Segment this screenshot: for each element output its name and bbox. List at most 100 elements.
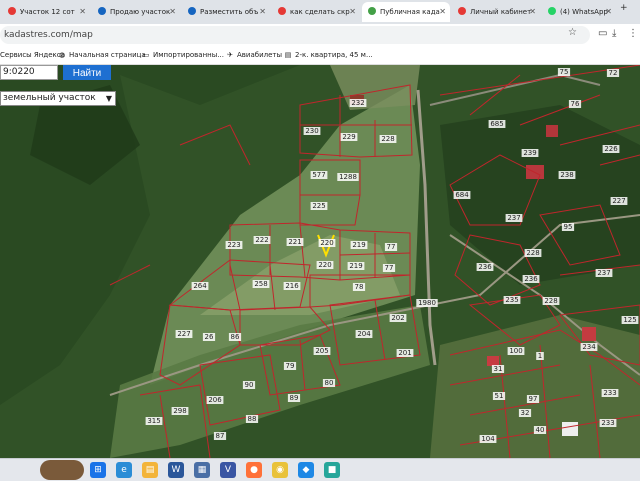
- parcel-number[interactable]: 75: [560, 68, 569, 76]
- parcel-number[interactable]: 31: [494, 365, 503, 373]
- parcel-number[interactable]: 219: [352, 241, 365, 249]
- find-button[interactable]: Найти: [63, 65, 111, 80]
- parcel-number[interactable]: 88: [248, 415, 257, 423]
- parcel-number[interactable]: 223: [227, 241, 240, 249]
- parcel-number[interactable]: 315: [147, 417, 160, 425]
- parcel-number[interactable]: 77: [387, 243, 396, 251]
- parcel-number[interactable]: 232: [351, 99, 364, 107]
- cadastral-number-input[interactable]: 9:0220: [0, 65, 58, 80]
- parcel-number[interactable]: 97: [529, 395, 538, 403]
- edge-icon[interactable]: e: [116, 462, 132, 478]
- parcel-number[interactable]: 236: [524, 275, 538, 283]
- tab-5[interactable]: Публичная када ✕: [362, 2, 450, 22]
- parcel-number[interactable]: 79: [286, 362, 295, 370]
- parcel-number[interactable]: 216: [285, 282, 299, 290]
- parcel-number[interactable]: 90: [245, 381, 254, 389]
- parcel-number[interactable]: 201: [398, 349, 411, 357]
- shield-icon[interactable]: ◆: [298, 462, 314, 478]
- bookmark-yandex-services[interactable]: Сервисы Яндекса: [0, 46, 65, 64]
- url-text[interactable]: kadastres.com/map: [4, 26, 93, 44]
- file-explorer-icon[interactable]: ▤: [142, 462, 158, 478]
- parcel-number[interactable]: 100: [509, 347, 522, 355]
- parcel-number[interactable]: 26: [205, 333, 214, 341]
- star-icon[interactable]: ☆: [568, 27, 577, 38]
- tab-1[interactable]: Участок 12 сот ✕: [2, 2, 90, 22]
- parcel-number[interactable]: 51: [495, 392, 504, 400]
- parcel-number[interactable]: 237: [507, 214, 520, 222]
- tab-7[interactable]: (4) WhatsApp ✕: [542, 2, 616, 22]
- menu-icon[interactable]: ⋮: [628, 28, 638, 39]
- app-icon[interactable]: ■: [324, 462, 340, 478]
- parcel-number[interactable]: 204: [357, 330, 371, 338]
- firefox-icon[interactable]: ●: [246, 462, 262, 478]
- download-icon[interactable]: ⤓: [612, 28, 616, 39]
- parcel-number[interactable]: 227: [612, 197, 625, 205]
- parcel-number[interactable]: 32: [521, 409, 530, 417]
- parcel-number[interactable]: 237: [597, 269, 610, 277]
- parcel-number[interactable]: 234: [582, 343, 596, 351]
- parcel-number[interactable]: 264: [193, 282, 207, 290]
- close-icon[interactable]: ✕: [79, 2, 86, 22]
- parcel-number[interactable]: 220: [318, 261, 331, 269]
- close-icon[interactable]: ✕: [439, 2, 446, 22]
- chrome-icon[interactable]: ◉: [272, 462, 288, 478]
- close-icon[interactable]: ✕: [605, 2, 612, 22]
- parcel-number[interactable]: 77: [385, 264, 394, 272]
- parcel-number[interactable]: 78: [355, 283, 364, 291]
- tab-3[interactable]: Разместить объ ✕: [182, 2, 270, 22]
- parcel-number[interactable]: 233: [603, 389, 616, 397]
- tab-4[interactable]: как сделать скр ✕: [272, 2, 360, 22]
- parcel-number[interactable]: 230: [305, 127, 318, 135]
- close-icon[interactable]: ✕: [349, 2, 356, 22]
- tab-2[interactable]: Продаю участок ✕: [92, 2, 180, 22]
- parcel-number[interactable]: 125: [623, 316, 636, 324]
- weather-widget-icon[interactable]: [40, 460, 84, 480]
- new-tab-icon[interactable]: +: [620, 3, 628, 13]
- close-icon[interactable]: ✕: [529, 2, 536, 22]
- parcel-number[interactable]: 577: [312, 171, 325, 179]
- sidebar-icon[interactable]: ▭: [598, 28, 607, 39]
- cadastral-map[interactable]: 232 230 229 228 577 1288 225 223 222 221 220 219 77 2…: [0, 65, 640, 458]
- parcel-number[interactable]: 226: [604, 145, 618, 153]
- map-canvas[interactable]: 232 230 229 228 577 1288 225 223 222 221 220 219 77 2…: [0, 65, 640, 458]
- parcel-number[interactable]: 219: [349, 262, 362, 270]
- parcel-number[interactable]: 86: [231, 333, 240, 341]
- tab-6[interactable]: Личный кабинет ✕: [452, 2, 540, 22]
- parcel-number[interactable]: 228: [544, 297, 557, 305]
- visio-icon[interactable]: V: [220, 462, 236, 478]
- store-icon[interactable]: ▦: [194, 462, 210, 478]
- parcel-number[interactable]: 89: [290, 394, 299, 402]
- parcel-number[interactable]: 87: [216, 432, 225, 440]
- parcel-number[interactable]: 222: [255, 236, 268, 244]
- parcel-number[interactable]: 228: [526, 249, 539, 257]
- bookmark-start-page[interactable]: ◍ Начальная страница: [58, 46, 146, 64]
- close-icon[interactable]: ✕: [259, 2, 266, 22]
- parcel-number[interactable]: 238: [560, 171, 573, 179]
- parcel-number[interactable]: 95: [564, 223, 573, 231]
- parcel-number[interactable]: 227: [177, 330, 190, 338]
- parcel-number[interactable]: 1: [538, 352, 542, 360]
- close-icon[interactable]: ✕: [169, 2, 176, 22]
- parcel-number[interactable]: 239: [523, 149, 536, 157]
- parcel-number[interactable]: 235: [505, 296, 518, 304]
- parcel-number[interactable]: 258: [254, 280, 267, 288]
- parcel-number[interactable]: 80: [325, 379, 334, 387]
- address-bar[interactable]: kadastres.com/map ☆: [0, 26, 590, 44]
- parcel-number[interactable]: 1288: [339, 173, 357, 181]
- parcel-number[interactable]: 104: [481, 435, 495, 443]
- parcel-number[interactable]: 40: [536, 426, 545, 434]
- parcel-number[interactable]: 202: [391, 314, 404, 322]
- object-type-select[interactable]: земельный участок ▼: [0, 91, 116, 106]
- bookmark-apartment[interactable]: ▤ 2-к. квартира, 45 м...: [284, 46, 373, 64]
- parcel-number[interactable]: 205: [315, 347, 328, 355]
- parcel-number[interactable]: 685: [490, 120, 503, 128]
- parcel-number[interactable]: 1980: [418, 299, 436, 307]
- word-icon[interactable]: W: [168, 462, 184, 478]
- parcel-number[interactable]: 684: [455, 191, 469, 199]
- parcel-number[interactable]: 221: [288, 238, 301, 246]
- parcel-number[interactable]: 229: [342, 133, 355, 141]
- parcel-number[interactable]: 236: [478, 263, 492, 271]
- bookmark-air-tickets[interactable]: ✈ Авиабилеты: [226, 46, 282, 64]
- parcel-number[interactable]: 228: [381, 135, 394, 143]
- parcel-number[interactable]: 76: [571, 100, 580, 108]
